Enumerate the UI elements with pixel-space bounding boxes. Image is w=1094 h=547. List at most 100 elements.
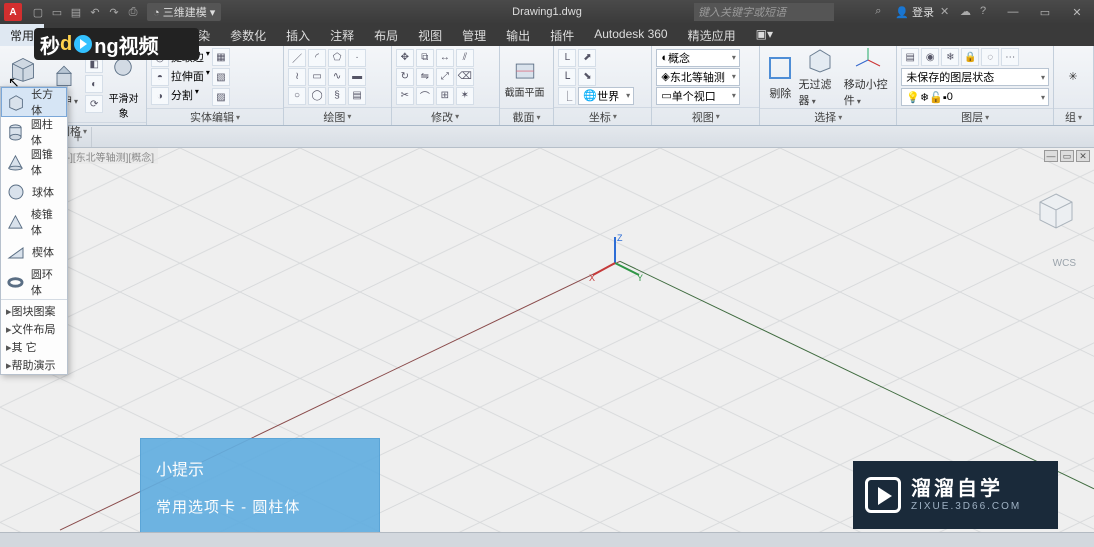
group-button[interactable]: ✳	[1058, 48, 1088, 106]
sub-help[interactable]: 帮助演示	[1, 356, 67, 374]
exchange-icon[interactable]: ✕	[940, 5, 954, 19]
layeriso-icon[interactable]: ◉	[921, 48, 939, 66]
sub-blockpattern[interactable]: 图块图案	[1, 302, 67, 320]
tab-annotate[interactable]: 注释	[320, 24, 364, 46]
rect-icon[interactable]: ▭	[308, 68, 326, 86]
minimize-button[interactable]: —	[1000, 6, 1026, 19]
panel-draw-label[interactable]: 绘图	[284, 107, 391, 125]
tab-insert[interactable]: 插入	[276, 24, 320, 46]
viewport-combo[interactable]: ▭ 单个视口	[656, 87, 739, 105]
pline-icon[interactable]: ≀	[288, 68, 306, 86]
sub-other[interactable]: 其 它	[1, 338, 67, 356]
cull-button[interactable]: 剔除	[764, 48, 796, 106]
viewcube[interactable]	[1034, 188, 1078, 232]
gizmo-button[interactable]: 移动小控件	[844, 48, 893, 106]
tab-a360[interactable]: Autodesk 360	[584, 24, 677, 46]
hatch-icon[interactable]: ▤	[348, 87, 366, 105]
split-button[interactable]: 分割	[171, 87, 193, 105]
scale-icon[interactable]: ⤢	[436, 68, 454, 86]
ucs4-icon[interactable]: ⬈	[578, 49, 596, 67]
close-button[interactable]: ✕	[1064, 6, 1090, 19]
separate-icon[interactable]: ▨	[212, 88, 230, 106]
helix-icon[interactable]: §	[328, 87, 346, 105]
layerprop-icon[interactable]: ▤	[901, 48, 919, 66]
fillet-icon[interactable]: ⌒	[416, 87, 434, 105]
tab-layout[interactable]: 布局	[364, 24, 408, 46]
move-icon[interactable]: ✥	[396, 49, 414, 67]
ucs3-icon[interactable]: ⎿	[558, 87, 576, 105]
ucs2-icon[interactable]: Ⅼ	[558, 68, 576, 86]
search-input[interactable]: 键入关键字或短语	[694, 3, 834, 21]
erase-icon[interactable]: ⌫	[456, 68, 474, 86]
panel-coord-label[interactable]: 坐标	[554, 107, 651, 125]
arc-icon[interactable]: ◜	[308, 49, 326, 67]
panel-solidedit-label[interactable]: 实体编辑	[147, 108, 283, 125]
viewport-label[interactable]: [-][东北等轴测][概念]	[60, 148, 158, 164]
tab-featured[interactable]: 精选应用	[678, 24, 746, 46]
workspace-dropdown[interactable]: ◔ 三维建模 ▾	[147, 3, 221, 21]
visualstyle-combo[interactable]: ◐ 概念	[656, 49, 739, 67]
panel-layer-label[interactable]: 图层	[897, 108, 1053, 125]
shape-pyramid[interactable]: 棱锥体	[1, 207, 67, 237]
array-icon[interactable]: ⊞	[436, 87, 454, 105]
shape-cylinder[interactable]: 圆柱体	[1, 117, 67, 147]
app-icon[interactable]: A	[4, 3, 22, 21]
tab-view[interactable]: 视图	[408, 24, 452, 46]
signin-button[interactable]: 👤 登录	[895, 4, 934, 20]
vp-close-icon[interactable]: ✕	[1076, 150, 1090, 162]
shape-sphere[interactable]: 球体	[1, 177, 67, 207]
copy-icon[interactable]: ⧉	[416, 49, 434, 67]
shape-wedge[interactable]: 楔体	[1, 237, 67, 267]
mirror-icon[interactable]: ⇋	[416, 68, 434, 86]
shape-cone[interactable]: 圆锥体	[1, 147, 67, 177]
sweep-icon[interactable]: ⟳	[85, 95, 103, 113]
panel-modify-label[interactable]: 修改	[392, 107, 499, 125]
explode-icon[interactable]: ✶	[456, 87, 474, 105]
tab-parametric[interactable]: 参数化	[220, 24, 276, 46]
subtract-icon[interactable]: ◓	[151, 68, 169, 86]
vp-min-icon[interactable]: —	[1044, 150, 1058, 162]
layer-combo[interactable]: 💡❄🔓▪ 0	[901, 88, 1049, 106]
layerlock-icon[interactable]: 🔒	[961, 48, 979, 66]
ucs5-icon[interactable]: ⬊	[578, 68, 596, 86]
poly-icon[interactable]: ⬠	[328, 49, 346, 67]
tab-manage[interactable]: 管理	[452, 24, 496, 46]
cloud-icon[interactable]: ☁	[960, 5, 974, 19]
layermore-icon[interactable]: ⋯	[1001, 48, 1019, 66]
tab-expand-icon[interactable]: ▣▾	[746, 24, 783, 46]
world-combo[interactable]: 🌐世界	[578, 87, 634, 105]
layerstate-combo[interactable]: 未保存的图层状态	[901, 68, 1049, 86]
revolve-icon[interactable]: ◐	[85, 75, 103, 93]
shape-torus[interactable]: 圆环体	[1, 267, 67, 297]
intersect-icon[interactable]: ◑	[151, 87, 169, 105]
print-icon[interactable]: ⎙	[125, 4, 141, 20]
panel-group-label[interactable]: 组	[1054, 108, 1093, 125]
nofilter-button[interactable]: 无过滤器	[799, 48, 842, 106]
panel-view-label[interactable]: 视图	[652, 107, 759, 125]
presssurf-button[interactable]: 拉伸面	[171, 68, 204, 86]
help-icon[interactable]: ?	[980, 5, 994, 19]
imprint-icon[interactable]: ▧	[212, 68, 230, 86]
sub-filelayout[interactable]: 文件布局	[1, 320, 67, 338]
shell-icon[interactable]: ▦	[212, 48, 230, 66]
rotate-icon[interactable]: ↻	[396, 68, 414, 86]
view-combo[interactable]: ◈ 东北等轴测	[656, 68, 739, 86]
circle-icon[interactable]: ○	[288, 87, 306, 105]
ucs-icon[interactable]: L	[558, 49, 576, 67]
shape-box[interactable]: 长方体	[1, 87, 67, 117]
tab-output[interactable]: 输出	[496, 24, 540, 46]
panel-select-label[interactable]: 选择	[760, 108, 896, 125]
layerfrz-icon[interactable]: ❄	[941, 48, 959, 66]
undo-icon[interactable]: ↶	[87, 4, 103, 20]
tab-add-icon[interactable]: ＋	[64, 127, 92, 147]
maximize-button[interactable]: ▭	[1032, 6, 1058, 19]
line-icon[interactable]: ／	[288, 49, 306, 67]
new-icon[interactable]: ▢	[30, 4, 46, 20]
infocenter-icon[interactable]: ⌕	[875, 5, 889, 19]
redo-icon[interactable]: ↷	[106, 4, 122, 20]
panel-section-label[interactable]: 截面	[500, 108, 554, 125]
stretch-icon[interactable]: ↔	[436, 49, 454, 67]
region-icon[interactable]: ▬	[348, 68, 366, 86]
ellipse-icon[interactable]: ◯	[308, 87, 326, 105]
point-icon[interactable]: ·	[348, 49, 366, 67]
